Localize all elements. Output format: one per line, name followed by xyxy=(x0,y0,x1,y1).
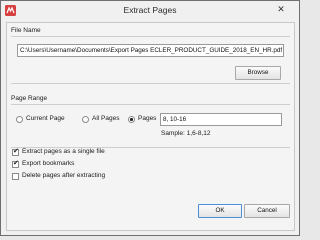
file-name-group: C:\Users\Username\Documents\Export Pages… xyxy=(11,36,290,84)
checkmark-icon: ✔ xyxy=(13,160,19,167)
checkbox-delete-pages-label: Delete pages after extracting xyxy=(22,172,106,179)
browse-button[interactable]: Browse xyxy=(235,66,281,80)
checkbox-single-file[interactable]: ✔ xyxy=(12,148,19,156)
dialog-title: Extract Pages xyxy=(123,5,177,15)
close-icon: ✕ xyxy=(277,4,285,14)
file-path-input[interactable]: C:\Users\Username\Documents\Export Pages… xyxy=(17,44,284,57)
checkbox-export-bookmarks-label: Export bookmarks xyxy=(22,160,75,167)
radio-pages[interactable] xyxy=(128,116,135,123)
radio-current-page[interactable] xyxy=(16,116,23,123)
dialog-body: File Name C:\Users\Username\Documents\Ex… xyxy=(6,22,295,231)
cancel-button[interactable]: Cancel xyxy=(244,204,290,218)
checkbox-single-file-label: Extract pages as a single file xyxy=(22,148,105,155)
title-bar: Extract Pages ✕ xyxy=(1,1,299,21)
checkmark-icon: ✔ xyxy=(13,148,19,155)
ok-button[interactable]: OK xyxy=(198,204,242,218)
page-range-group: Current Page All Pages Pages 8, 10-16 Sa… xyxy=(11,104,290,148)
radio-all-pages-label: All Pages xyxy=(92,115,120,122)
checkbox-export-bookmarks[interactable]: ✔ xyxy=(12,160,19,168)
pages-sample-hint: Sample: 1,6-8,12 xyxy=(161,130,211,137)
radio-pages-label: Pages xyxy=(138,115,157,122)
file-name-group-label: File Name xyxy=(11,27,41,34)
close-button[interactable]: ✕ xyxy=(269,2,293,17)
page-range-group-label: Page Range xyxy=(11,95,48,102)
radio-all-pages[interactable] xyxy=(82,116,89,123)
extract-pages-dialog: Extract Pages ✕ File Name C:\Users\Usern… xyxy=(0,0,300,236)
pages-input[interactable]: 8, 10-16 xyxy=(160,113,282,126)
checkbox-delete-pages[interactable] xyxy=(12,173,19,180)
radio-current-page-label: Current Page xyxy=(26,115,65,122)
